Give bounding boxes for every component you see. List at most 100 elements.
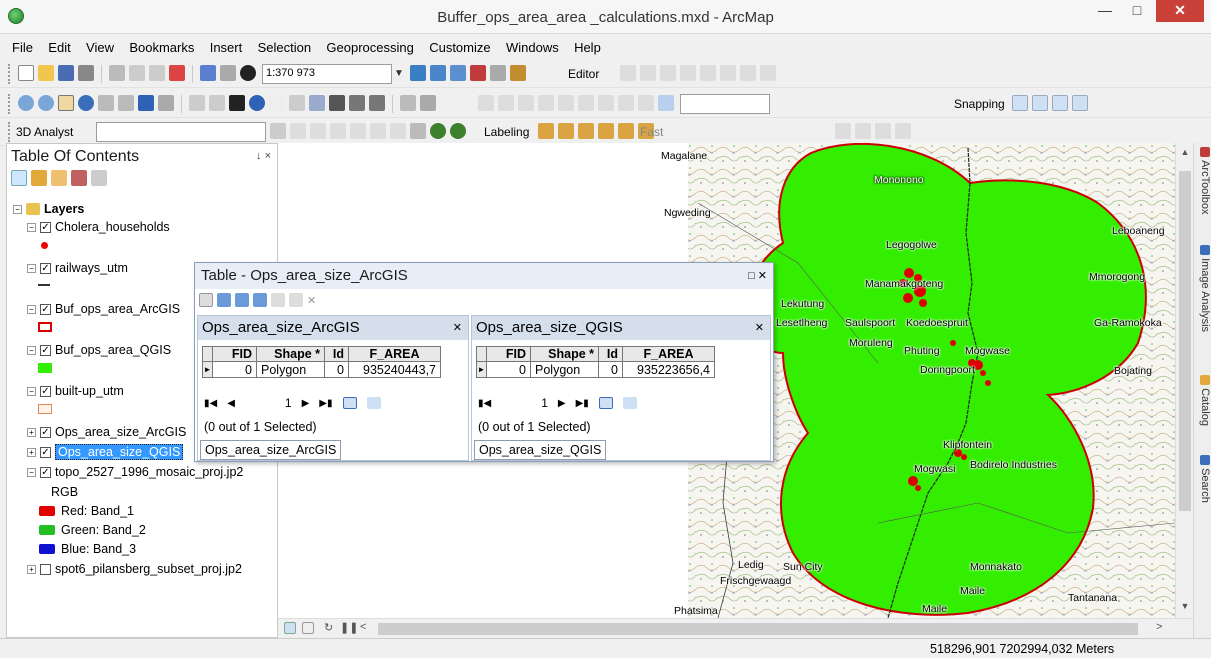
georef-icon[interactable] bbox=[478, 95, 494, 111]
label-manager-icon[interactable] bbox=[538, 123, 554, 139]
visibility-checkbox[interactable]: ✓ bbox=[40, 303, 51, 315]
scroll-thumb[interactable] bbox=[1179, 171, 1191, 511]
scroll-left-icon[interactable]: < bbox=[360, 621, 366, 633]
show-all-records-icon[interactable] bbox=[342, 397, 357, 409]
visibility-checkbox[interactable]: ✓ bbox=[40, 344, 51, 356]
layout-icon[interactable] bbox=[895, 123, 911, 139]
menu-help[interactable]: Help bbox=[568, 36, 607, 55]
data-view-icon[interactable] bbox=[284, 622, 296, 634]
clear-selection-icon[interactable] bbox=[271, 293, 285, 307]
georef-icon[interactable] bbox=[578, 95, 594, 111]
menu-selection[interactable]: Selection bbox=[252, 36, 317, 55]
cell-id[interactable]: 0 bbox=[598, 361, 623, 378]
arcglobe-icon[interactable] bbox=[450, 123, 466, 139]
column-header-id[interactable]: Id bbox=[598, 346, 623, 362]
georef-icon[interactable] bbox=[498, 95, 514, 111]
switch-selection-icon[interactable] bbox=[253, 293, 267, 307]
identify-icon[interactable] bbox=[249, 95, 265, 111]
layer-buf-ops-area-qgis[interactable]: − ✓ Buf_ops_area_QGIS bbox=[27, 341, 171, 359]
georef-icon[interactable] bbox=[538, 95, 554, 111]
pause-drawing-icon[interactable]: ❚❚ bbox=[340, 621, 358, 634]
layer-buf-ops-area-arcgis[interactable]: − ✓ Buf_ops_area_ArcGIS bbox=[27, 300, 180, 318]
copy-icon[interactable] bbox=[129, 65, 145, 81]
menu-file[interactable]: File bbox=[0, 36, 39, 55]
rotate-icon[interactable] bbox=[720, 65, 736, 81]
sketch-properties-icon[interactable] bbox=[760, 65, 776, 81]
undo-icon[interactable] bbox=[200, 65, 216, 81]
toolbar-grip[interactable] bbox=[8, 64, 12, 84]
layer-railways[interactable]: − ✓ railways_utm bbox=[27, 259, 128, 277]
menu-geoprocessing[interactable]: Geoprocessing bbox=[320, 36, 419, 55]
add-data-icon[interactable] bbox=[240, 65, 256, 81]
layer-ops-area-size-qgis[interactable]: + ✓ Ops_area_size_QGIS bbox=[27, 443, 184, 461]
contour-icon[interactable] bbox=[290, 123, 306, 139]
column-header-fid[interactable]: FID bbox=[212, 346, 257, 362]
table-window-title[interactable]: Table - Ops_area_size_ArcGIS bbox=[195, 263, 773, 289]
chart-icon[interactable] bbox=[410, 123, 426, 139]
georef-icon[interactable] bbox=[638, 95, 654, 111]
cell-shape[interactable]: Polygon bbox=[530, 361, 599, 378]
minimize-button[interactable]: — bbox=[1090, 0, 1120, 22]
visibility-checkbox[interactable] bbox=[40, 563, 51, 575]
layout-icon[interactable] bbox=[855, 123, 871, 139]
select-by-attributes-icon[interactable] bbox=[235, 293, 249, 307]
end-snapping-icon[interactable] bbox=[1032, 95, 1048, 111]
list-by-visibility-icon[interactable] bbox=[51, 170, 67, 186]
last-record-icon[interactable]: ▶▮ bbox=[576, 398, 589, 409]
go-to-xy-icon[interactable] bbox=[369, 95, 385, 111]
tab-search[interactable]: Search bbox=[1195, 455, 1211, 503]
menu-customize[interactable]: Customize bbox=[423, 36, 496, 55]
map-vertical-scrollbar[interactable]: ▲ ▼ bbox=[1175, 143, 1193, 618]
layer-built-up[interactable]: − ✓ built-up_utm bbox=[27, 382, 124, 400]
cell-fid[interactable]: 0 bbox=[212, 361, 257, 378]
arctoolbox-icon[interactable] bbox=[470, 65, 486, 81]
edit-annotation-icon[interactable] bbox=[640, 65, 656, 81]
georef-icon[interactable] bbox=[558, 95, 574, 111]
scroll-down-icon[interactable]: ▼ bbox=[1176, 601, 1194, 611]
map-scale-input[interactable]: 1:370 973 bbox=[262, 64, 392, 84]
band-green[interactable]: Green: Band_2 bbox=[39, 521, 146, 539]
split-icon[interactable] bbox=[700, 65, 716, 81]
band-red[interactable]: Red: Band_1 bbox=[39, 502, 134, 520]
layer-cholera-households[interactable]: − ✓ Cholera_households bbox=[27, 218, 170, 236]
arcscene-icon[interactable] bbox=[430, 123, 446, 139]
row-header[interactable] bbox=[476, 346, 487, 362]
cell-id[interactable]: 0 bbox=[324, 361, 349, 378]
column-header-f-area[interactable]: F_AREA bbox=[622, 346, 715, 362]
table-window-controls[interactable]: □ ✕ bbox=[748, 269, 767, 282]
viewer-icon[interactable] bbox=[420, 95, 436, 111]
attribute-grid[interactable]: FID Shape * Id F_AREA ► 0 Polygon 0 9352… bbox=[476, 346, 715, 378]
paste-icon[interactable] bbox=[149, 65, 165, 81]
current-record[interactable]: 1 bbox=[541, 396, 548, 410]
band-blue[interactable]: Blue: Band_3 bbox=[39, 540, 136, 558]
toolbar-grip[interactable] bbox=[8, 94, 12, 114]
polygon-symbol-icon[interactable] bbox=[38, 363, 52, 373]
transparency-icon[interactable] bbox=[658, 95, 674, 111]
catalog-icon[interactable] bbox=[450, 65, 466, 81]
editor-toolbar-icon[interactable] bbox=[410, 65, 426, 81]
cut-icon[interactable] bbox=[109, 65, 125, 81]
last-record-icon[interactable]: ▶▮ bbox=[319, 398, 332, 409]
model-builder-icon[interactable] bbox=[510, 65, 526, 81]
find-route-icon[interactable] bbox=[349, 95, 365, 111]
scroll-up-icon[interactable]: ▲ bbox=[1176, 147, 1194, 157]
column-header-id[interactable]: Id bbox=[324, 346, 349, 362]
table-tab[interactable]: Ops_area_size_QGIS bbox=[474, 440, 607, 460]
table-of-contents-icon[interactable] bbox=[430, 65, 446, 81]
related-tables-icon[interactable] bbox=[217, 293, 231, 307]
show-selected-records-icon[interactable] bbox=[366, 397, 381, 409]
first-record-icon[interactable]: ▮◀ bbox=[478, 398, 491, 409]
visibility-checkbox[interactable]: ✓ bbox=[40, 426, 51, 438]
fixed-zoom-out-icon[interactable] bbox=[118, 95, 134, 111]
layout-icon[interactable] bbox=[875, 123, 891, 139]
layers-group[interactable]: − Layers bbox=[13, 200, 84, 218]
georef-icon[interactable] bbox=[618, 95, 634, 111]
forward-icon[interactable] bbox=[158, 95, 174, 111]
redo-icon[interactable] bbox=[220, 65, 236, 81]
time-slider-icon[interactable] bbox=[400, 95, 416, 111]
menu-insert[interactable]: Insert bbox=[204, 36, 249, 55]
trace-icon[interactable] bbox=[680, 65, 696, 81]
close-icon[interactable]: ✕ bbox=[755, 321, 764, 334]
clear-selection-icon[interactable] bbox=[209, 95, 225, 111]
save-icon[interactable] bbox=[58, 65, 74, 81]
